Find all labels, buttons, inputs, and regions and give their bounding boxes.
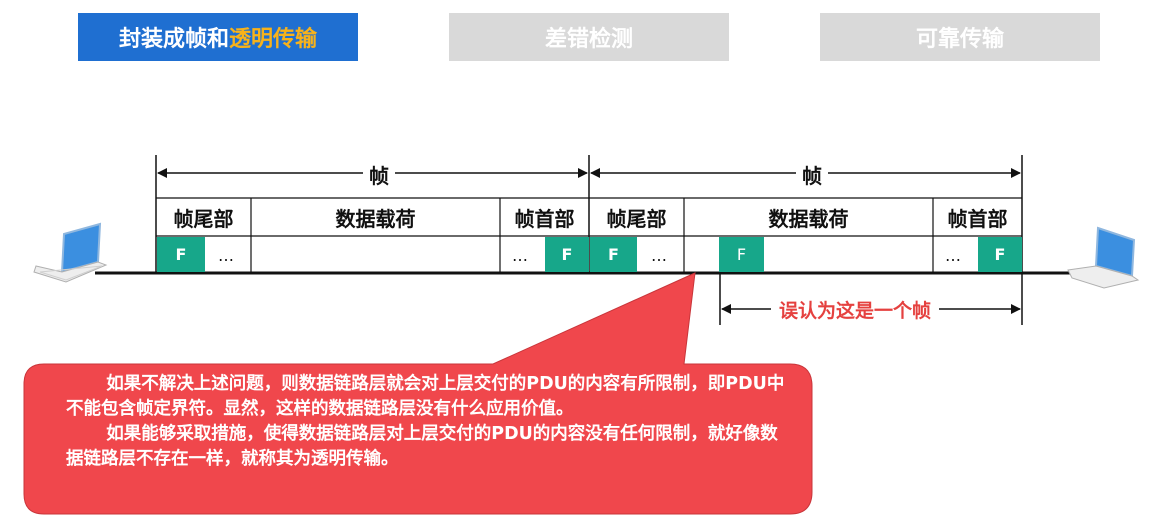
frame-1-payload: 数据载荷	[335, 206, 416, 231]
ellipsis: …	[218, 246, 235, 265]
frame-1-label: 帧	[363, 160, 395, 189]
flag-box: F	[590, 237, 637, 272]
ellipsis: …	[945, 246, 962, 265]
frame-2-trailer: 帧尾部	[606, 206, 667, 231]
laptop-right-icon	[1067, 226, 1140, 289]
frame-1-trailer: 帧尾部	[173, 206, 234, 231]
note-paragraph-2: 如果能够采取措施，使得数据链路层对上层交付的PDU的内容没有任何限制，就好像数据…	[66, 424, 778, 469]
payload-flag-box: F	[719, 237, 764, 272]
flag-box: F	[545, 237, 589, 272]
flag-box: F	[978, 237, 1022, 272]
ellipsis: …	[512, 246, 529, 265]
frame-1-header: 帧首部	[514, 206, 575, 231]
note-paragraph-1: 如果不解决上述问题，则数据链路层就会对上层交付的PDU的内容有所限制，即PDU中…	[66, 374, 785, 419]
flag-box: F	[157, 237, 205, 272]
ellipsis: …	[651, 246, 668, 265]
misread-label: 误认为这是一个帧	[771, 296, 940, 323]
frame-2-payload: 数据载荷	[768, 206, 849, 231]
frame-2-label: 帧	[796, 160, 828, 189]
frame-2-header: 帧首部	[947, 206, 1008, 231]
callout-note: 如果不解决上述问题，则数据链路层就会对上层交付的PDU的内容有所限制，即PDU中…	[24, 364, 812, 514]
